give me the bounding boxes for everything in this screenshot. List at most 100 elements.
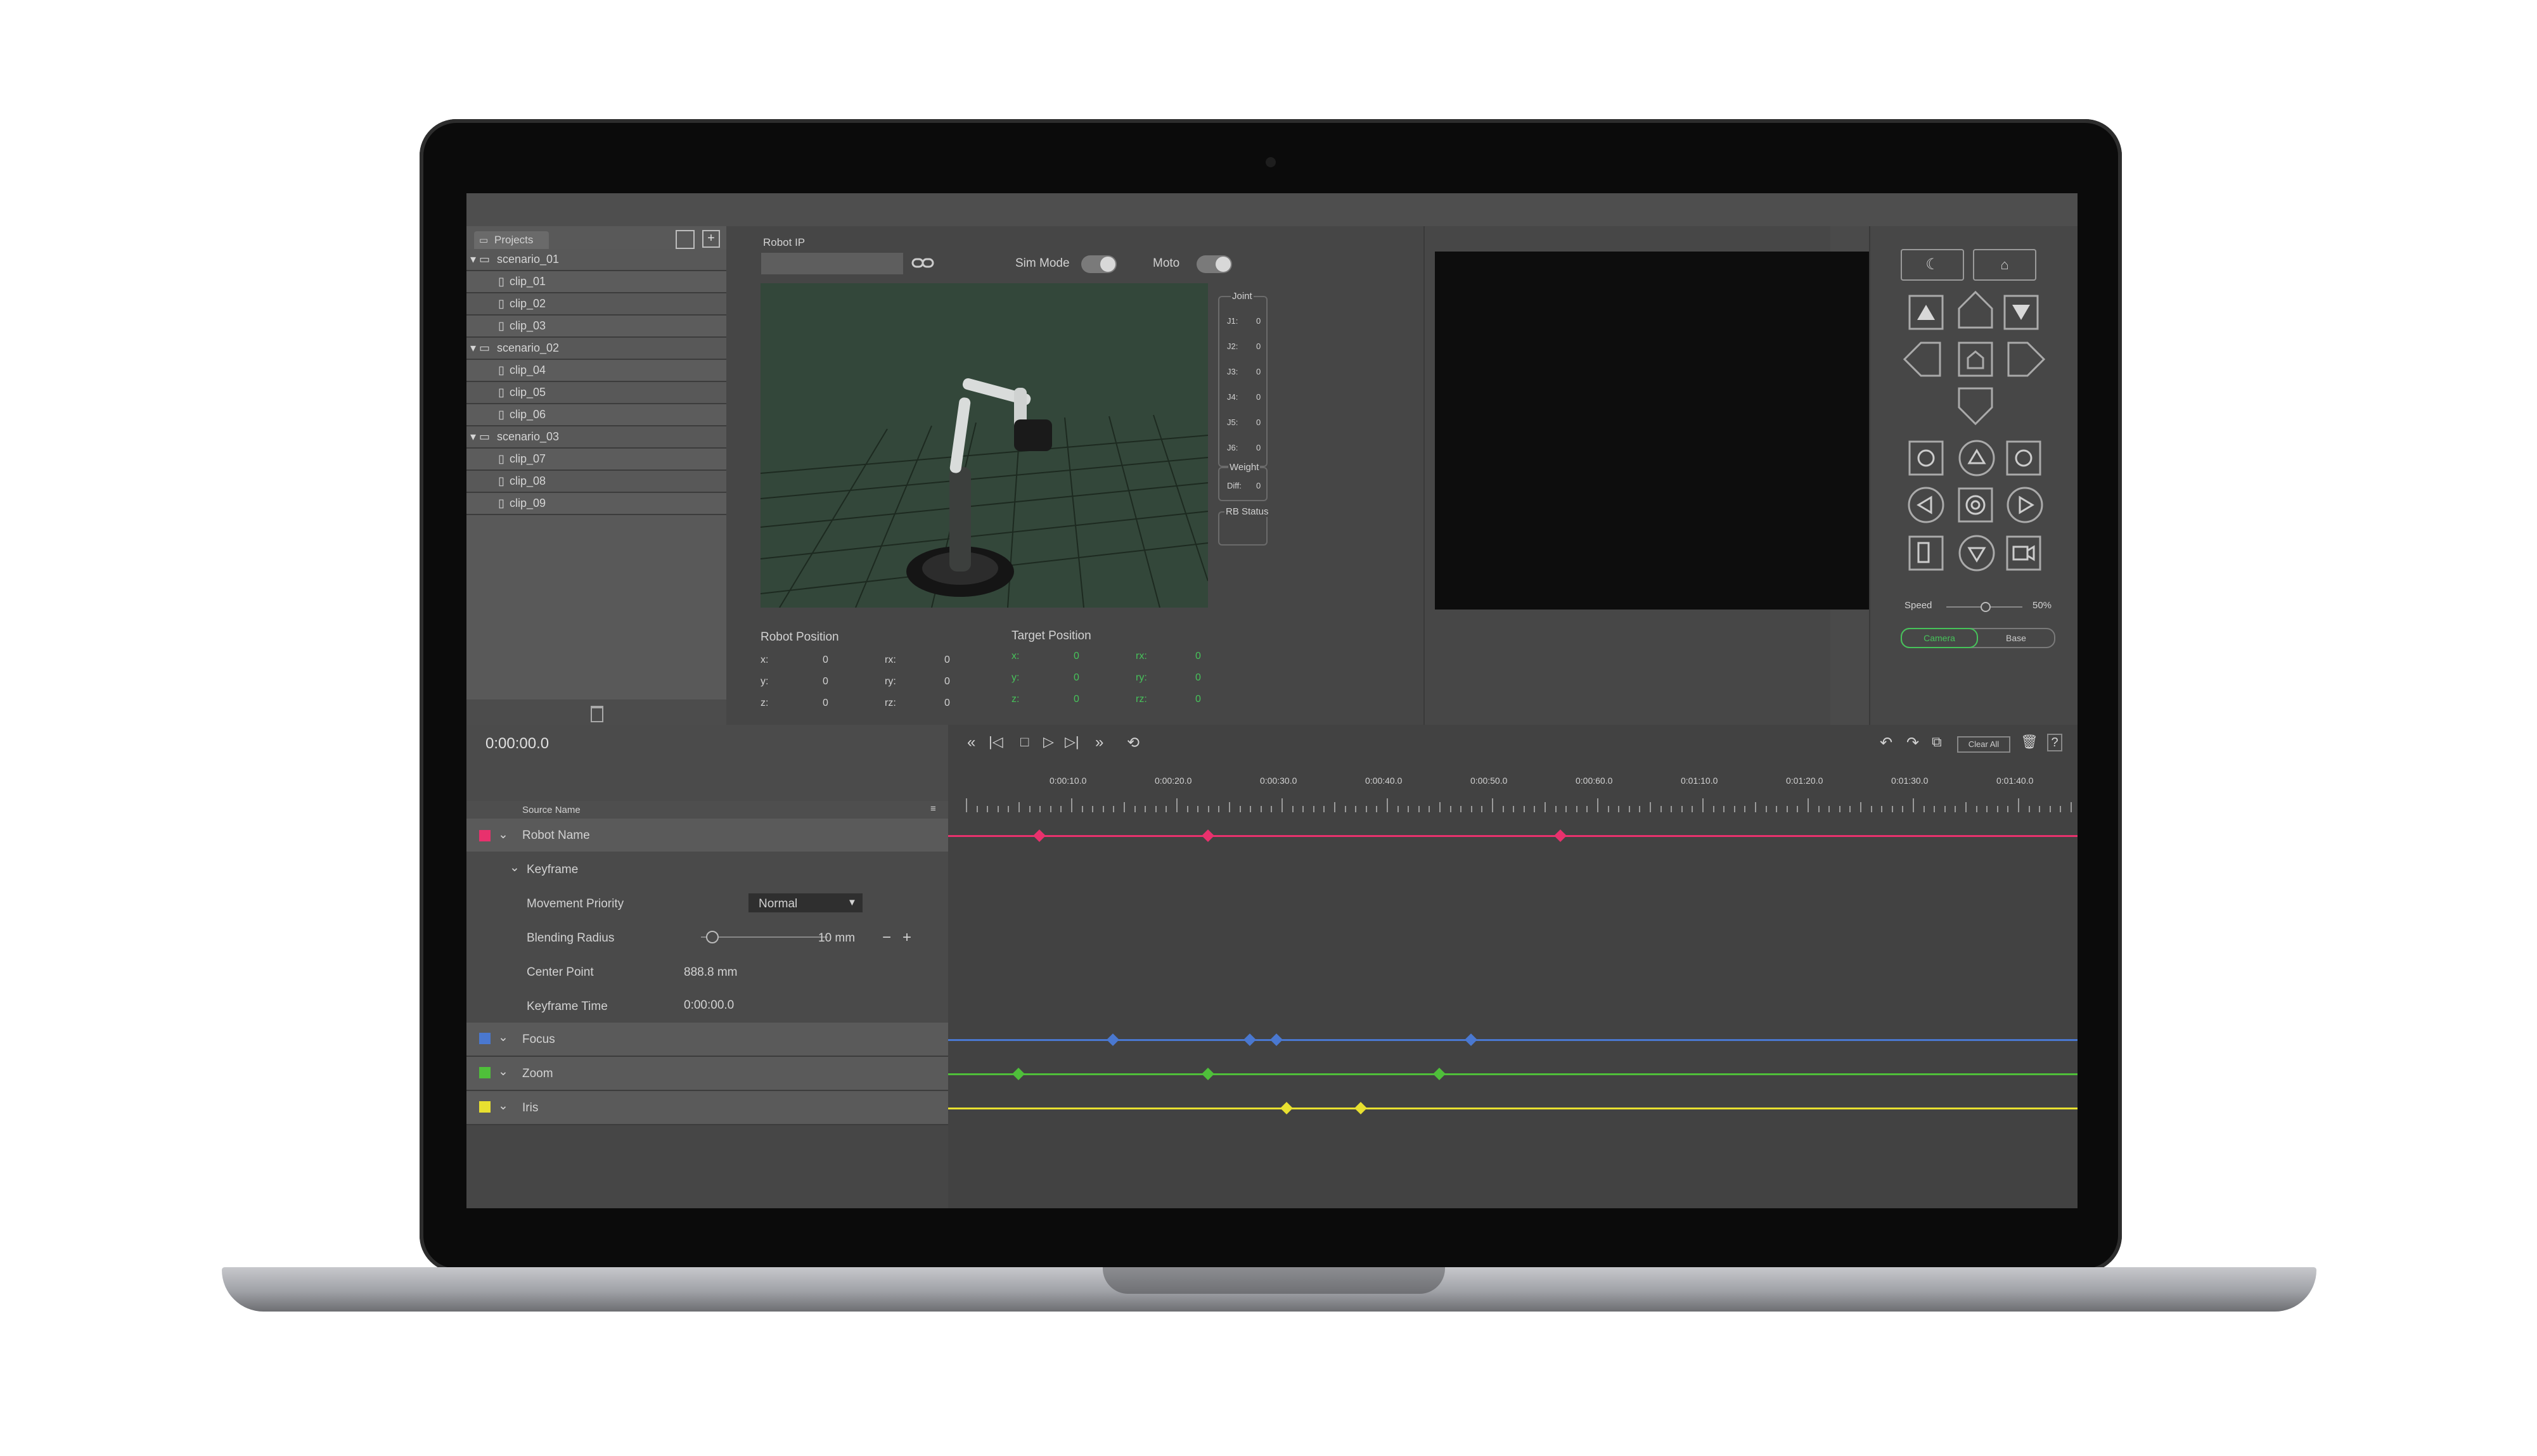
rb-status-panel: RB Status — [1218, 506, 1270, 546]
down-circle-button[interactable] — [1958, 534, 1996, 572]
pos-rvalue: 0 — [944, 698, 950, 708]
copy-icon[interactable]: ⧉ — [1932, 734, 1942, 750]
center-target-button[interactable] — [1956, 486, 1994, 524]
track-row-robot-name[interactable]: ⌄ Robot Name — [466, 819, 948, 853]
gamepad-icon[interactable]: ⌂ — [1973, 249, 2036, 281]
tree-clip[interactable]: ▯ clip_03 — [466, 316, 726, 338]
tree-clip[interactable]: ▯ clip_02 — [466, 293, 726, 316]
movement-priority-value: Normal — [759, 897, 798, 910]
stop-icon[interactable]: □ — [1020, 734, 1029, 750]
minus-icon[interactable]: − — [882, 929, 891, 947]
tree-folder[interactable]: ▾ ▭ scenario_02 — [466, 338, 726, 360]
tree-clip[interactable]: ▯ clip_05 — [466, 382, 726, 404]
home-button[interactable] — [1956, 340, 1994, 378]
chevron-down-icon[interactable]: ⌄ — [498, 1064, 508, 1079]
blending-radius-slider[interactable] — [701, 931, 828, 943]
robot-3d-viewport[interactable] — [761, 283, 1208, 608]
loop-icon[interactable]: ⟲ — [1127, 734, 1140, 752]
up-circle-button[interactable] — [1958, 439, 1996, 477]
chevron-down-icon[interactable]: ⌄ — [498, 827, 508, 842]
tree-folder[interactable]: ▾ ▭ scenario_03 — [466, 426, 726, 449]
moto-label: Moto — [1153, 257, 1180, 270]
tree-item-label: clip_04 — [510, 364, 546, 376]
time-ruler[interactable]: 0:00:10.0 0:00:20.0 0:00:30.0 0:00:40.0 0:00… — [948, 776, 2078, 812]
trash-icon[interactable] — [591, 706, 603, 722]
clear-all-button[interactable]: Clear All — [1957, 736, 2010, 753]
rotate-left-button[interactable] — [1908, 440, 1944, 476]
chevron-down-icon[interactable]: ⌄ — [498, 1099, 508, 1113]
keyframe-marker[interactable] — [1464, 1033, 1477, 1046]
move-back-button[interactable] — [1956, 386, 1994, 426]
ruler-tick — [1513, 806, 1515, 812]
ruler-tick — [1229, 802, 1230, 812]
keyframe-marker[interactable] — [1201, 829, 1214, 842]
movement-priority-select[interactable]: Normal ▼ — [748, 893, 863, 912]
play-icon[interactable]: ▷ — [1043, 734, 1054, 750]
plus-icon[interactable]: + — [902, 929, 911, 947]
camera-icon[interactable] — [2006, 535, 2041, 571]
chevron-down-icon[interactable]: ⌄ — [510, 860, 520, 875]
tilt-up-button[interactable] — [1908, 295, 1944, 330]
new-folder-icon[interactable] — [676, 230, 695, 249]
tree-clip[interactable]: ▯ clip_01 — [466, 271, 726, 293]
projects-tab[interactable]: ▭ Projects — [474, 231, 549, 249]
menu-icon[interactable]: ≡ — [930, 803, 936, 814]
mode-tab-base[interactable]: Base — [1978, 629, 2054, 647]
track-lanes[interactable] — [948, 819, 2078, 1208]
move-left-button[interactable] — [1902, 340, 1943, 378]
rewind-icon[interactable]: « — [967, 734, 975, 751]
tree-folder[interactable]: ▾ ▭ scenario_01 — [466, 249, 726, 271]
robot-ip-input[interactable] — [761, 253, 903, 274]
tree-clip[interactable]: ▯ clip_04 — [466, 360, 726, 382]
move-forward-button[interactable] — [1956, 290, 1994, 330]
clip-icon: ▯ — [498, 275, 504, 288]
keyframe-marker[interactable] — [1433, 1068, 1446, 1080]
tree-clip[interactable]: ▯ clip_06 — [466, 404, 726, 426]
tree-item-label: scenario_03 — [497, 430, 560, 443]
delete-icon[interactable]: 🗑 — [2020, 734, 2038, 750]
ruler-tick — [1134, 806, 1136, 812]
speed-slider-knob[interactable] — [1981, 602, 1991, 612]
keyframe-marker[interactable] — [1553, 829, 1567, 842]
track-row-iris[interactable]: ⌄ Iris — [466, 1091, 948, 1125]
redo-icon[interactable]: ↷ — [1906, 734, 1919, 752]
track-row-zoom[interactable]: ⌄ Zoom — [466, 1057, 948, 1091]
skip-forward-icon[interactable]: ▷| — [1065, 734, 1079, 750]
keyframe-marker[interactable] — [1201, 1068, 1214, 1080]
keyframe-marker[interactable] — [1243, 1033, 1257, 1046]
speed-slider[interactable] — [1946, 602, 2022, 612]
track-row-focus[interactable]: ⌄ Focus — [466, 1023, 948, 1057]
undo-icon[interactable]: ↶ — [1880, 734, 1892, 752]
mode-tab-camera[interactable]: Camera — [1901, 628, 1978, 648]
help-icon[interactable]: ? — [2047, 734, 2062, 751]
keyframe-marker[interactable] — [1280, 1102, 1294, 1114]
record-panel-button[interactable] — [1908, 535, 1944, 571]
tilt-down-button[interactable] — [2003, 295, 2039, 330]
skip-back-icon[interactable]: |◁ — [989, 734, 1003, 750]
fast-forward-icon[interactable]: » — [1095, 734, 1103, 751]
sim-mode-toggle[interactable] — [1081, 255, 1117, 273]
blending-radius-knob[interactable] — [706, 931, 719, 943]
keyframe-marker[interactable] — [1354, 1102, 1367, 1114]
ruler-tick — [1250, 806, 1252, 812]
moon-icon[interactable]: ☾ — [1901, 249, 1964, 281]
tree-clip[interactable]: ▯ clip_09 — [466, 493, 726, 515]
keyframe-group-row[interactable]: ⌄ Keyframe — [466, 852, 948, 887]
keyframe-marker[interactable] — [1107, 1033, 1120, 1046]
keyframe-marker[interactable] — [1012, 1068, 1025, 1080]
moto-toggle[interactable] — [1197, 255, 1232, 273]
right-circle-button[interactable] — [2006, 486, 2044, 524]
track-lane-line — [948, 1108, 2078, 1109]
tree-clip[interactable]: ▯ clip_08 — [466, 471, 726, 493]
tree-clip[interactable]: ▯ clip_07 — [466, 449, 726, 471]
ruler-tick — [1166, 806, 1167, 812]
link-icon[interactable] — [911, 257, 934, 269]
rotate-right-button[interactable] — [2006, 440, 2041, 476]
chevron-down-icon[interactable]: ⌄ — [498, 1030, 508, 1045]
move-right-button[interactable] — [2006, 340, 2046, 378]
add-icon[interactable]: + — [702, 230, 720, 248]
ruler-tick — [1723, 806, 1725, 812]
left-circle-button[interactable] — [1907, 486, 1945, 524]
keyframe-marker[interactable] — [1269, 1033, 1283, 1046]
keyframe-marker[interactable] — [1033, 829, 1046, 842]
